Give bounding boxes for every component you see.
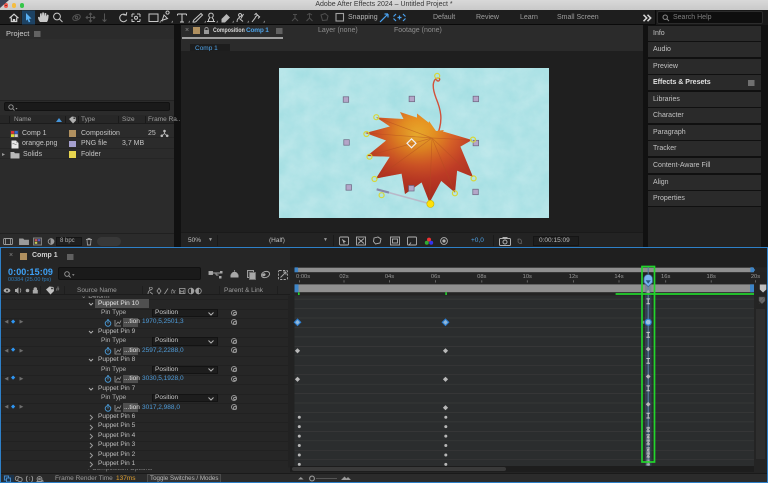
svg-text:10s: 10s bbox=[523, 274, 532, 280]
svg-text:20s: 20s bbox=[751, 274, 760, 280]
svg-text:08s: 08s bbox=[477, 274, 486, 280]
svg-text:04s: 04s bbox=[385, 274, 394, 280]
svg-text:02s: 02s bbox=[339, 274, 348, 280]
svg-text:18s: 18s bbox=[707, 274, 716, 280]
svg-text:0:00s: 0:00s bbox=[296, 274, 310, 280]
svg-text:12s: 12s bbox=[569, 274, 578, 280]
svg-text:14s: 14s bbox=[614, 274, 623, 280]
svg-text:16s: 16s bbox=[661, 274, 670, 280]
svg-text:06s: 06s bbox=[431, 274, 440, 280]
